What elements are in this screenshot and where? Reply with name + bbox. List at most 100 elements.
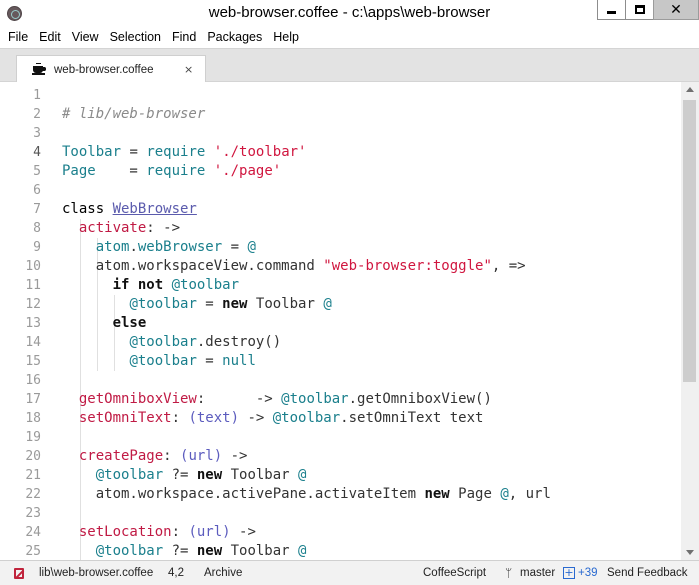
send-feedback-link[interactable]: Send Feedback	[607, 566, 688, 580]
line-number-gutter: 1 2 3 4 5 6 7 8 9 10 11 12 13 14 15 16 17 18 19 20 21 22 23 24 2…	[0, 82, 48, 560]
code-token: setLocation	[78, 524, 172, 540]
code-line[interactable]: @toolbar ?= new Toolbar @	[62, 542, 307, 560]
code-token: @toolbar	[129, 353, 197, 369]
code-token: new	[424, 486, 459, 502]
code-token: (text)	[188, 410, 240, 426]
code-token: null	[222, 353, 256, 369]
status-diff-count[interactable]: +39	[578, 566, 598, 580]
code-line[interactable]: @toolbar = null	[62, 352, 256, 371]
code-token: @toolbar	[129, 296, 197, 312]
minimize-button[interactable]	[597, 0, 626, 20]
code-token: =	[196, 296, 223, 312]
menu-edit[interactable]: Edit	[33, 27, 66, 48]
code-token: :	[171, 410, 189, 426]
menu-view[interactable]: View	[66, 27, 104, 48]
code-line[interactable]: else	[62, 314, 147, 333]
code-line[interactable]: class WebBrowser	[62, 200, 197, 219]
tab-close-icon[interactable]: ×	[184, 63, 193, 76]
code-line[interactable]: createPage: (url) ->	[62, 447, 248, 466]
status-file-path[interactable]: lib\web-browser.coffee	[39, 566, 153, 580]
code-line[interactable]: atom.webBrowser = @	[62, 238, 256, 257]
code-token: , url	[508, 486, 551, 502]
line-number: 6	[33, 183, 41, 198]
status-archive[interactable]: Archive	[204, 566, 242, 580]
menu-selection[interactable]: Selection	[104, 27, 166, 48]
code-token: (url)	[188, 524, 231, 540]
line-number: 7	[33, 202, 41, 217]
scrollbar-thumb[interactable]	[683, 100, 696, 382]
code-line[interactable]: if not @toolbar	[62, 276, 239, 295]
coffee-cup-icon	[32, 63, 47, 75]
maximize-icon	[634, 5, 645, 14]
vertical-scrollbar[interactable]	[681, 82, 699, 560]
line-number: 25	[25, 544, 41, 559]
code-line[interactable]: setLocation: (url) ->	[62, 523, 256, 542]
line-number: 10	[25, 259, 41, 274]
code-line[interactable]: # lib/web-browser	[62, 105, 205, 124]
code-line[interactable]: @toolbar.destroy()	[62, 333, 281, 352]
code-line[interactable]: Page = require './page'	[62, 162, 281, 181]
line-number: 21	[25, 468, 41, 483]
code-token: =	[95, 163, 147, 179]
line-number: 5	[33, 164, 41, 179]
line-number: 12	[25, 297, 41, 312]
code-token: : ->	[146, 220, 181, 236]
code-line[interactable]: atom.workspaceView.command "web-browser:…	[62, 257, 526, 276]
title-bar: web-browser.coffee - c:\apps\web-browser…	[0, 0, 699, 27]
line-number: 8	[33, 221, 41, 236]
code-token: './toolbar'	[213, 144, 307, 160]
status-cursor-position[interactable]: 4,2	[168, 566, 184, 580]
code-line[interactable]: atom.workspace.activePane.activateItem n…	[62, 485, 551, 504]
code-token: else	[112, 315, 147, 331]
code-token: Toolbar	[230, 467, 299, 483]
tab-bar: web-browser.coffee ×	[0, 48, 699, 83]
code-token: .	[129, 239, 138, 255]
status-branch[interactable]: master	[520, 566, 555, 580]
code-token: require	[146, 144, 206, 160]
code-line[interactable]: activate: ->	[62, 219, 180, 238]
code-token: @	[298, 467, 307, 483]
code-token: atom	[95, 239, 130, 255]
code-token: ?=	[163, 543, 197, 559]
git-diff-added-icon: +	[563, 566, 575, 579]
editor-pane[interactable]: 1 2 3 4 5 6 7 8 9 10 11 12 13 14 15 16 17 18 19 20 21 22 23 24 2…	[0, 82, 699, 560]
menu-packages[interactable]: Packages	[201, 27, 267, 48]
code-token: new	[196, 467, 231, 483]
line-number: 4	[33, 145, 41, 160]
code-line[interactable]: @toolbar = new Toolbar @	[62, 295, 331, 314]
code-token: @	[247, 239, 256, 255]
menu-help[interactable]: Help	[267, 27, 304, 48]
tab-label: web-browser.coffee	[54, 64, 154, 76]
code-token: @toolbar	[95, 543, 164, 559]
scroll-up-arrow-icon[interactable]	[686, 87, 694, 92]
code-token: atom.workspaceView.command	[95, 258, 324, 274]
code-area[interactable]: # lib/web-browser Toolbar = require './to…	[62, 82, 672, 560]
scroll-down-arrow-icon[interactable]	[686, 550, 694, 555]
code-token: , =>	[491, 258, 526, 274]
code-line[interactable]: getOmniboxView: -> @toolbar.getOmniboxVi…	[62, 390, 492, 409]
code-token: new	[222, 296, 256, 312]
code-token: @	[298, 543, 307, 559]
code-line[interactable]: Toolbar = require './toolbar'	[62, 143, 306, 162]
code-token: "web-browser:toggle"	[323, 258, 492, 274]
tab-web-browser-coffee[interactable]: web-browser.coffee ×	[16, 55, 206, 83]
code-line[interactable]: @toolbar ?= new Toolbar @	[62, 466, 307, 485]
code-token: .getOmniboxView()	[348, 391, 492, 407]
menu-file[interactable]: File	[2, 27, 33, 48]
close-window-button[interactable]: ✕	[653, 0, 699, 20]
minimize-icon	[607, 11, 616, 14]
code-line[interactable]: setOmniText: (text) -> @toolbar.setOmniT…	[62, 409, 484, 428]
status-grammar[interactable]: CoffeeScript	[423, 566, 486, 580]
maximize-button[interactable]	[625, 0, 654, 20]
menu-find[interactable]: Find	[166, 27, 201, 48]
linter-error-icon[interactable]	[14, 568, 24, 579]
